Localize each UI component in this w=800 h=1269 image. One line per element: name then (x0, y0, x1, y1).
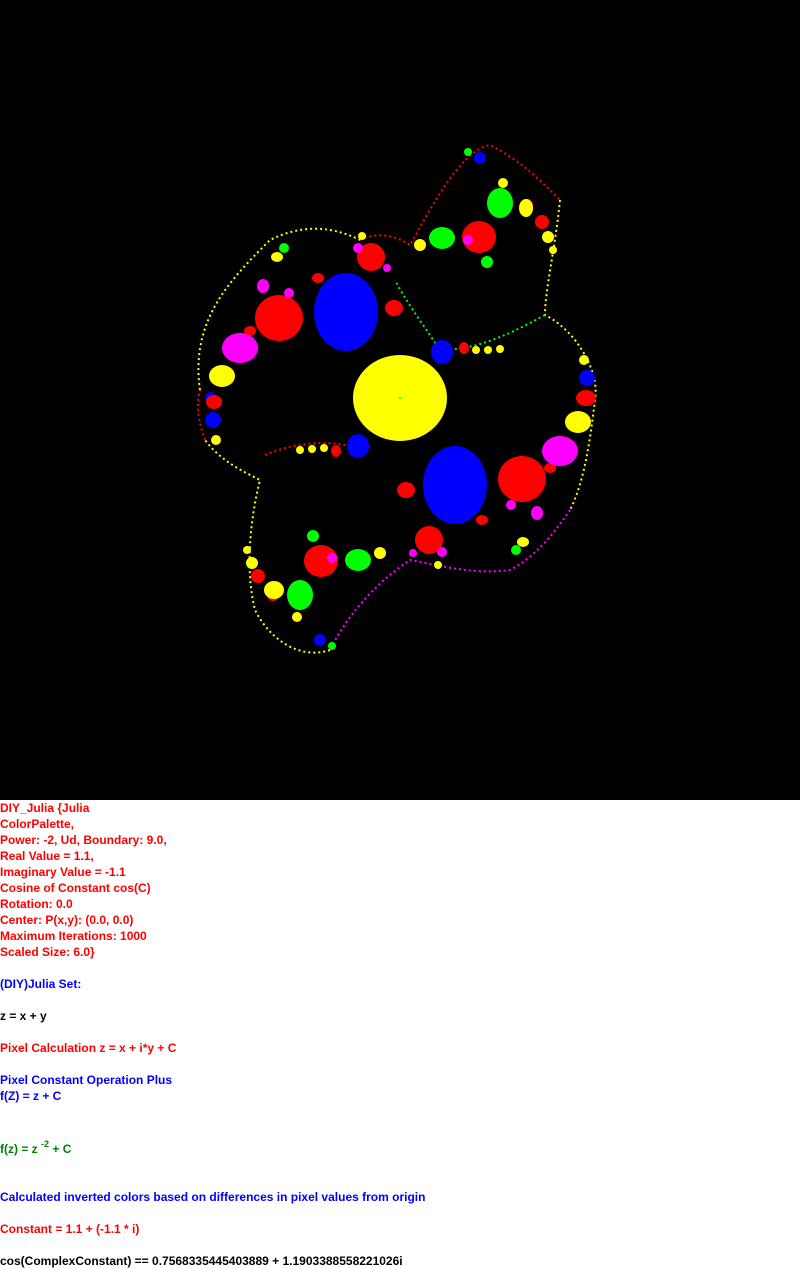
pixel-calculation: Pixel Calculation z = x + i*y + C (0, 1041, 177, 1055)
fz-formula: f(Z) = z + C (0, 1089, 62, 1103)
param-scaled: Scaled Size: 6.0} (0, 945, 95, 959)
yellow-bulb (211, 435, 221, 445)
power-formula-suffix: + C (49, 1142, 72, 1156)
magenta-bulb (257, 279, 269, 293)
yellow-bulb (243, 546, 251, 554)
magenta-bulb (353, 243, 363, 253)
magenta-bulb (327, 553, 337, 563)
blue-bulb (423, 446, 487, 524)
power-formula-exponent: -2 (41, 1139, 50, 1149)
yellow-bulb (484, 346, 492, 354)
magenta-bulb (222, 333, 258, 363)
green-bulb (481, 256, 493, 268)
param-power: Power: -2, Ud, Boundary: 9.0, (0, 833, 167, 847)
yellow-bulb (565, 411, 591, 433)
magenta-bulb (409, 549, 417, 557)
fractal-filament (204, 439, 331, 654)
julia-fractal-image (196, 143, 597, 654)
param-imag: Imaginary Value = -1.1 (0, 865, 126, 879)
power-formula-prefix: f(z) = z (0, 1142, 41, 1156)
fractal-filament (196, 389, 206, 441)
yellow-bulb (296, 446, 304, 454)
green-bulb (279, 243, 289, 253)
red-bulb (459, 342, 469, 354)
blue-bulb (205, 412, 221, 428)
yellow-bulb (320, 444, 328, 452)
yellow-bulb (434, 561, 442, 569)
blue-bulb (314, 634, 326, 646)
green-bulb (345, 549, 371, 571)
fractal-filament (394, 279, 546, 352)
magenta-bulb (284, 288, 294, 298)
blue-bulb (431, 340, 453, 364)
yellow-bulb (246, 557, 258, 569)
red-bulb (251, 569, 265, 583)
yellow-bulb (264, 581, 284, 599)
red-bulb (476, 515, 488, 525)
blue-bulb (347, 434, 369, 458)
yellow-bulb (519, 199, 533, 217)
param-cosine: Cosine of Constant cos(C) (0, 881, 151, 895)
yellow-bulb (579, 355, 589, 365)
yellow-bulb (498, 178, 508, 188)
param-palette: ColorPalette, (0, 817, 75, 831)
yellow-bulb (549, 246, 557, 254)
red-bulb (206, 395, 222, 409)
red-bulb (498, 456, 546, 502)
green-bulb (287, 580, 313, 610)
constant-value: Constant = 1.1 + (-1.1 * i) (0, 1222, 140, 1236)
constant-operation: Pixel Constant Operation Plus (0, 1073, 173, 1087)
red-bulb (535, 215, 549, 229)
magenta-bulb (542, 436, 578, 466)
yellow-bulb (358, 232, 366, 240)
red-bulb (331, 445, 341, 457)
yellow-bulb (517, 537, 529, 547)
blue-bulb (474, 152, 486, 164)
yellow-bulb (414, 239, 426, 251)
red-bulb (255, 295, 303, 341)
yellow-bulb (496, 345, 504, 353)
green-bulb (429, 227, 455, 249)
param-max-iter: Maximum Iterations: 1000 (0, 929, 147, 943)
magenta-bulb (437, 547, 447, 557)
param-real: Real Value = 1.1, (0, 849, 94, 863)
magenta-bulb (506, 500, 516, 510)
yellow-bulb (271, 252, 283, 262)
red-bulb (576, 390, 596, 406)
green-bulb (307, 530, 319, 542)
red-bulb (397, 482, 415, 498)
yellow-bulb (542, 231, 554, 243)
info-panel: DIY_Julia {Julia ColorPalette, Power: -2… (0, 800, 800, 1269)
green-bulb (487, 188, 513, 218)
param-center: Center: P(x,y): (0.0, 0.0) (0, 913, 134, 927)
color-method-note: Calculated inverted colors based on diff… (0, 1190, 426, 1204)
yellow-bulb (292, 612, 302, 622)
set-name-label: (DIY)Julia Set: (0, 977, 82, 991)
green-bulb (328, 642, 336, 650)
fractal-filament (329, 509, 571, 651)
power-formula: f(z) = z -2 + C (0, 1139, 72, 1157)
yellow-bulb (472, 346, 480, 354)
param-title: DIY_Julia {Julia (0, 801, 90, 815)
red-bulb (385, 300, 403, 316)
magenta-bulb (531, 506, 543, 520)
green-bulb (399, 397, 401, 399)
yellow-bulb (209, 365, 235, 387)
blue-bulb (579, 370, 595, 386)
cos-constant-value: cos(ComplexConstant) == 0.75683354454038… (0, 1254, 403, 1268)
blue-bulb (314, 273, 378, 351)
magenta-bulb (463, 235, 473, 245)
red-bulb (312, 273, 324, 283)
yellow-bulb (308, 445, 316, 453)
z-definition: z = x + y (0, 1009, 47, 1023)
green-bulb (464, 148, 472, 156)
yellow-bulb (374, 547, 386, 559)
param-rotation: Rotation: 0.0 (0, 897, 73, 911)
fractal-filament (359, 143, 561, 247)
magenta-bulb (383, 264, 391, 272)
green-bulb (511, 545, 521, 555)
fractal-canvas[interactable] (0, 0, 800, 800)
